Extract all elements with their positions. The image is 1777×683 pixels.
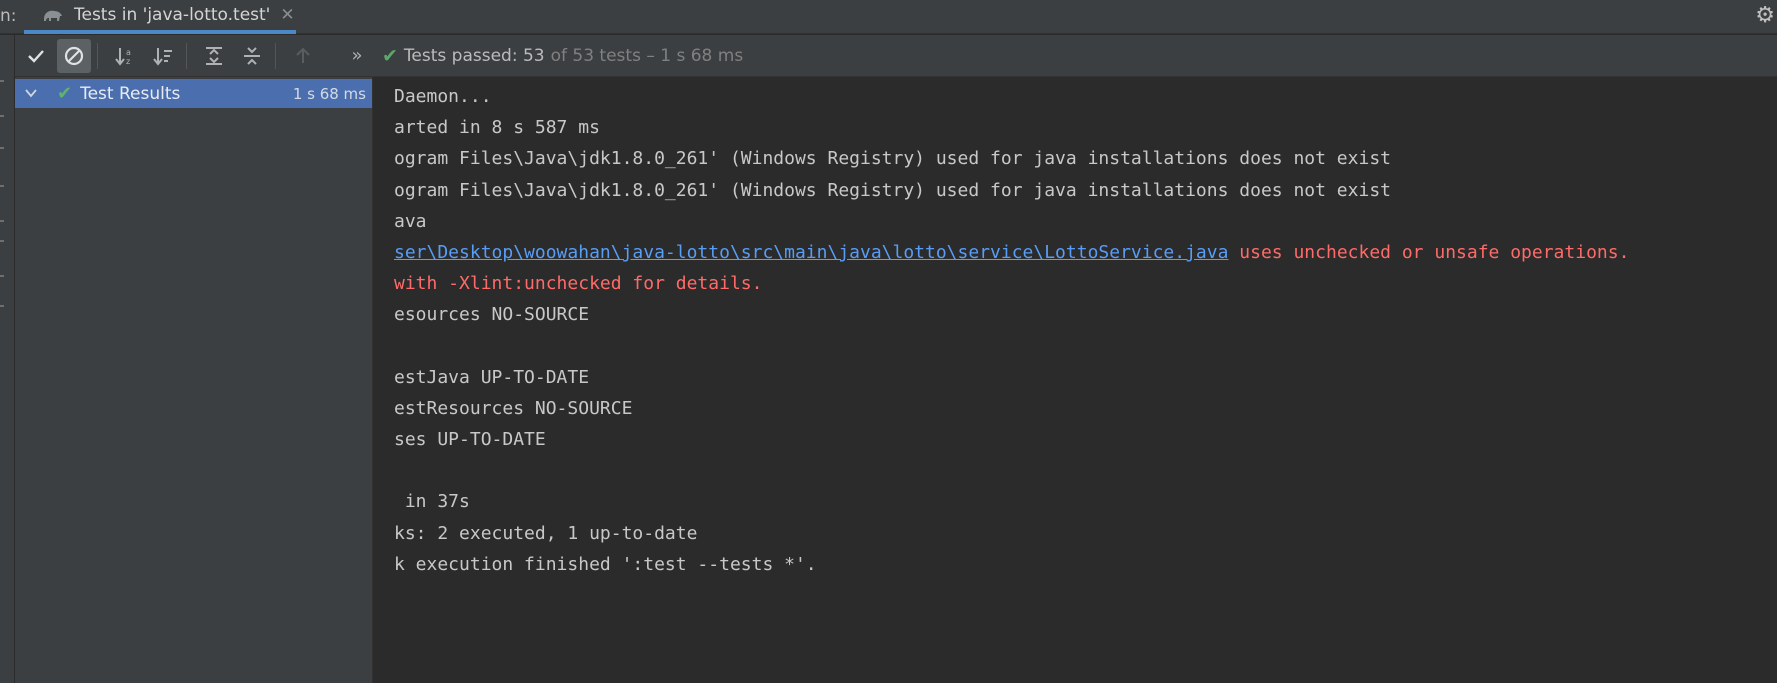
left-tool-gutter: [0, 35, 15, 683]
console-line: ser\Desktop\woowahan\java-lotto\src\main…: [394, 237, 1629, 268]
expand-all-icon[interactable]: [197, 39, 231, 73]
arrow-up-icon[interactable]: [286, 39, 320, 73]
chevron-double-right-icon[interactable]: »: [340, 39, 374, 73]
console-text: arted in 8 s 587 ms: [394, 117, 600, 139]
console-error-text: with -Xlint:unchecked for details.: [394, 273, 763, 295]
console-line: ogram Files\Java\jdk1.8.0_261' (Windows …: [394, 175, 1629, 206]
passed-check-icon: ✔: [57, 83, 73, 104]
console-text: k execution finished ':test --tests *'.: [394, 553, 817, 575]
tree-item-label: Test Results: [80, 83, 181, 104]
test-results-tree: ✔ Test Results 1 s 68 ms: [15, 77, 373, 683]
collapse-all-icon[interactable]: [235, 39, 269, 73]
test-runner-toolbar: az » ✔ Tests passed: 53 of 53 tests – 1 …: [15, 35, 1777, 77]
tab-title: Tests in 'java-lotto.test': [74, 5, 271, 25]
gear-icon[interactable]: ⚙: [1755, 3, 1775, 28]
toolbar-separator: [97, 42, 98, 69]
console-output[interactable]: Daemon... arted in 8 s 587 ms ogram Files\…: [374, 77, 1777, 683]
console-line: ava: [394, 206, 1629, 237]
tree-item-test-results[interactable]: ✔ Test Results 1 s 68 ms: [15, 79, 372, 108]
check-icon[interactable]: [19, 39, 53, 73]
console-text: Daemon...: [394, 86, 492, 107]
console-line: ks: 2 executed, 1 up-to-date: [394, 518, 1629, 549]
console-text: estJava UP-TO-DATE: [394, 366, 590, 388]
source-file-link[interactable]: ser\Desktop\woowahan\java-lotto\src\main…: [394, 242, 1228, 263]
console-lines: Daemon... arted in 8 s 587 ms ogram Files\…: [394, 81, 1629, 580]
console-error-text: uses unchecked or unsafe operations.: [1228, 241, 1630, 263]
console-text: ses UP-TO-DATE: [394, 429, 546, 451]
console-text: in 37s: [394, 491, 470, 513]
svg-text:z: z: [126, 57, 130, 66]
sort-alpha-icon[interactable]: az: [108, 39, 142, 73]
tests-passed-status: Tests passed: 53: [403, 45, 545, 66]
gradle-elephant-icon: [42, 7, 64, 23]
console-line: ses UP-TO-DATE: [394, 424, 1629, 455]
console-line: Daemon...: [394, 81, 1629, 112]
console-text: ks: 2 executed, 1 up-to-date: [394, 522, 698, 544]
console-line: in 37s: [394, 486, 1629, 517]
console-line: arted in 8 s 587 ms: [394, 112, 1629, 143]
sort-duration-icon[interactable]: [146, 39, 180, 73]
console-text: esources NO-SOURCE: [394, 304, 590, 326]
toolbar-separator: [186, 42, 187, 69]
ban-icon[interactable]: [57, 38, 91, 73]
tree-item-duration: 1 s 68 ms: [292, 84, 366, 103]
console-line: esources NO-SOURCE: [394, 299, 1629, 330]
toolbar-separator: [275, 42, 276, 69]
run-tool-window-tabbar: n: Tests in 'java-lotto.test' ✕ ⚙: [0, 0, 1777, 34]
console-text: ava: [394, 210, 427, 232]
svg-text:a: a: [126, 48, 131, 57]
run-label: n:: [0, 6, 17, 26]
console-text: ogram Files\Java\jdk1.8.0_261' (Windows …: [394, 179, 1391, 201]
tests-passed-check-icon: ✔: [382, 44, 398, 67]
tests-summary-status: of 53 tests – 1 s 68 ms: [550, 45, 744, 66]
console-line: k execution finished ':test --tests *'.: [394, 549, 1629, 580]
console-text: ogram Files\Java\jdk1.8.0_261' (Windows …: [394, 148, 1391, 170]
console-line: with -Xlint:unchecked for details.: [394, 268, 1629, 299]
console-line: estJava UP-TO-DATE: [394, 362, 1629, 393]
close-tab-icon[interactable]: ✕: [280, 5, 294, 25]
console-line: estResources NO-SOURCE: [394, 393, 1629, 424]
console-line: ogram Files\Java\jdk1.8.0_261' (Windows …: [394, 143, 1629, 174]
console-text: estResources NO-SOURCE: [394, 397, 633, 419]
tab-tests-java-lotto[interactable]: Tests in 'java-lotto.test' ✕: [24, 0, 296, 34]
chevron-down-icon[interactable]: [25, 86, 45, 102]
